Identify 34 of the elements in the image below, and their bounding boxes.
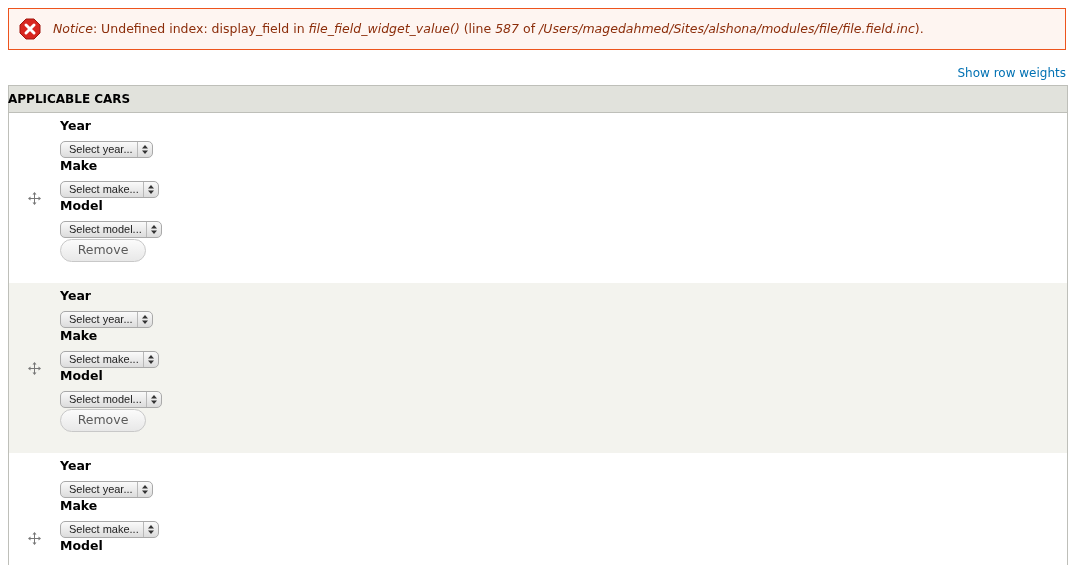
field-label: Model <box>60 197 104 215</box>
select-dropdown[interactable]: Select make... <box>60 521 159 538</box>
up-down-arrows-icon <box>141 145 148 154</box>
up-down-arrows-icon <box>147 525 154 534</box>
field-label: Model <box>60 537 104 555</box>
select-dropdown[interactable]: Select make... <box>60 351 159 368</box>
field-label: Make <box>60 497 99 515</box>
notice-text: Notice: Undefined index: display_field in file_field_widget_value() (line 587 of /Users/magedahmed/Sites/alshona/modules/file/file.field.inc). <box>53 19 924 38</box>
error-icon <box>19 18 41 40</box>
select-dropdown[interactable]: Select make... <box>60 181 159 198</box>
up-down-arrows-icon <box>147 355 154 364</box>
select-dropdown[interactable]: Select year... <box>60 141 153 158</box>
remove-button[interactable]: Remove <box>60 409 146 432</box>
drag-handle-icon[interactable] <box>28 531 41 545</box>
table-header: APPLICABLE CARS <box>9 85 1067 113</box>
drag-handle-icon[interactable] <box>28 361 41 375</box>
up-down-arrows-icon <box>150 225 157 234</box>
field-label: Year <box>60 117 92 135</box>
field-label: Model <box>60 367 104 385</box>
up-down-arrows-icon <box>141 315 148 324</box>
up-down-arrows-icon <box>150 395 157 404</box>
field-label: Year <box>60 287 92 305</box>
select-dropdown[interactable]: Select year... <box>60 481 153 498</box>
select-dropdown[interactable]: Select model... <box>60 391 162 408</box>
field-label: Make <box>60 327 99 345</box>
up-down-arrows-icon <box>141 485 148 494</box>
remove-button[interactable]: Remove <box>60 239 146 262</box>
field-label: Make <box>60 157 99 175</box>
drag-handle-icon[interactable] <box>28 191 41 205</box>
up-down-arrows-icon <box>147 185 154 194</box>
field-label: Year <box>60 457 92 475</box>
show-row-weights-link[interactable]: Show row weights <box>957 64 1066 82</box>
select-dropdown[interactable]: Select year... <box>60 311 153 328</box>
select-dropdown[interactable]: Select model... <box>60 221 162 238</box>
